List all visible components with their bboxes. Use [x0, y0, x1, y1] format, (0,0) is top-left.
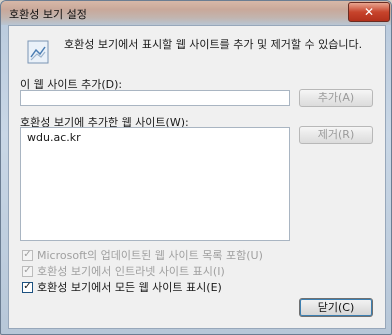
updated-list-label: Microsoft의 업데이트된 웹 사이트 목록 포함(U) — [37, 249, 263, 262]
close-window-button[interactable]: ✕ — [348, 2, 390, 22]
close-button[interactable]: 닫기(C) — [299, 298, 373, 317]
option-intranet: ✓ 호환성 보기에서 인트라넷 사이트 표시(I) — [22, 264, 225, 278]
site-list[interactable]: wdu.ac.kr — [20, 127, 290, 241]
option-all-sites: ✓ 호환성 보기에서 모든 웹 사이트 표시(E) — [22, 280, 222, 294]
compat-view-dialog: 호환성 보기 설정 ✕ 호환성 보기에서 표시할 웹 사이트를 추가 및 제거할… — [0, 0, 392, 335]
add-site-input[interactable] — [20, 90, 290, 106]
compatibility-view-icon — [27, 40, 49, 64]
title-bar[interactable]: 호환성 보기 설정 ✕ — [1, 1, 391, 25]
option-updated-list: ✓ Microsoft의 업데이트된 웹 사이트 목록 포함(U) — [22, 248, 263, 262]
dialog-body: 호환성 보기에서 표시할 웹 사이트를 추가 및 제거할 수 있습니다. 이 웹… — [8, 25, 386, 329]
updated-list-checkbox[interactable]: ✓ — [22, 249, 33, 261]
window-title: 호환성 보기 설정 — [9, 8, 87, 21]
intranet-checkbox[interactable]: ✓ — [22, 265, 33, 277]
all-sites-label: 호환성 보기에서 모든 웹 사이트 표시(E) — [37, 281, 222, 294]
remove-button[interactable]: 제거(R) — [299, 126, 373, 144]
add-button[interactable]: 추가(A) — [299, 89, 373, 107]
list-item[interactable]: wdu.ac.kr — [27, 131, 81, 144]
intranet-label: 호환성 보기에서 인트라넷 사이트 표시(I) — [37, 265, 225, 278]
header-description: 호환성 보기에서 표시할 웹 사이트를 추가 및 제거할 수 있습니다. — [64, 38, 363, 51]
close-icon: ✕ — [363, 5, 375, 19]
all-sites-checkbox[interactable]: ✓ — [22, 281, 33, 293]
